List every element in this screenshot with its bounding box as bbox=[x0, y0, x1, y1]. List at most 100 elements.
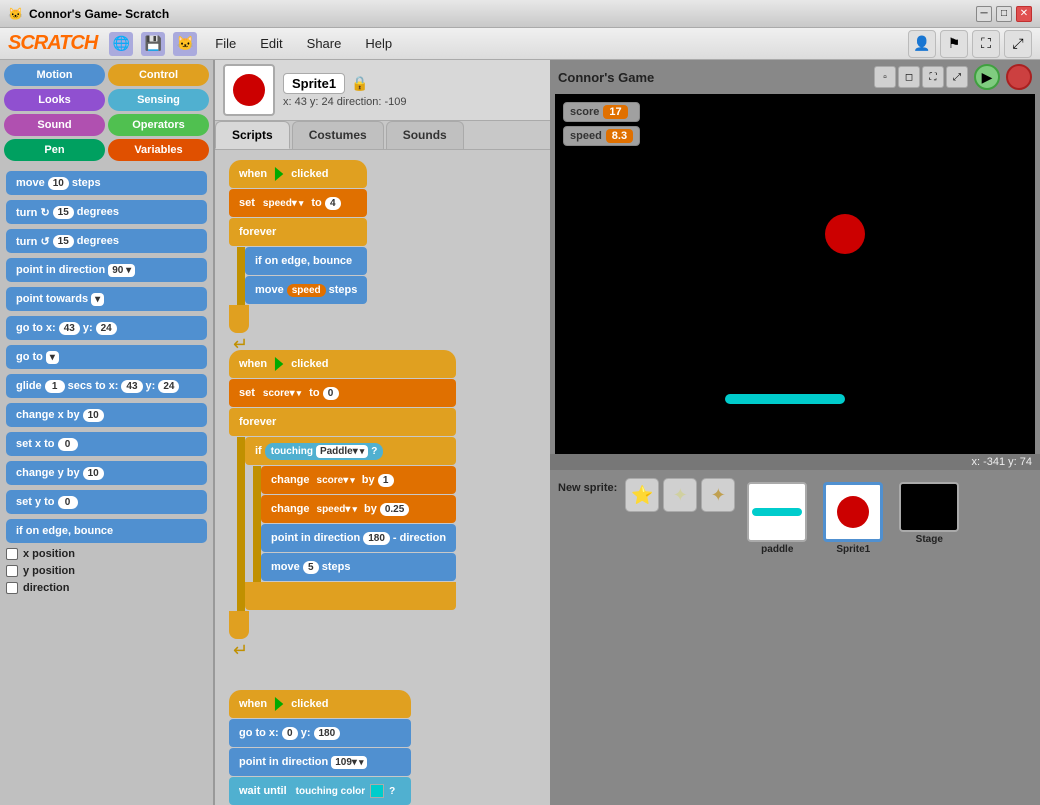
block-turn-cw[interactable]: turn ↻ 15 degrees bbox=[6, 200, 207, 224]
block-forever-1[interactable]: forever bbox=[229, 218, 367, 246]
block-if-edge-bounce-1[interactable]: if on edge, bounce bbox=[245, 247, 367, 275]
block-move-steps[interactable]: move 10 steps bbox=[6, 171, 207, 195]
stage-title: Connor's Game bbox=[558, 70, 654, 85]
edit-menu[interactable]: Edit bbox=[250, 32, 292, 55]
right-panel: Connor's Game ▫ ◻ ⛶ ⤢ ▶ score 17 bbox=[550, 60, 1040, 805]
block-glide[interactable]: glide 1 secs to x: 43 y: 24 bbox=[6, 374, 207, 398]
block-forever-2[interactable]: forever bbox=[229, 408, 456, 436]
window-controls: ─ □ ✕ bbox=[976, 6, 1032, 22]
script-group-3: when clicked go to x: 0 y: 180 point in … bbox=[229, 690, 411, 805]
paint-sprite-btn[interactable]: ⭐ bbox=[625, 478, 659, 512]
green-flag-button[interactable]: ▶ bbox=[974, 64, 1000, 90]
account-icon[interactable]: 👤 bbox=[908, 30, 936, 58]
normal-stage-btn[interactable]: ◻ bbox=[898, 66, 920, 88]
block-move-5-steps[interactable]: move 5 steps bbox=[261, 553, 456, 581]
block-change-x[interactable]: change x by 10 bbox=[6, 403, 207, 427]
main-area: Motion Control Looks Sensing Sound Opera… bbox=[0, 60, 1040, 805]
category-operators[interactable]: Operators bbox=[108, 114, 209, 136]
sprite-tray: New sprite: ⭐ ✦ ✦ paddle Sprite1 bbox=[550, 470, 1040, 805]
upload-sprite-btn[interactable]: ✦ bbox=[701, 478, 735, 512]
maximize-button[interactable]: □ bbox=[996, 6, 1012, 22]
block-set-y[interactable]: set y to 0 bbox=[6, 490, 207, 514]
block-forever-cap-1 bbox=[229, 305, 249, 333]
checkbox-y-position[interactable]: y position bbox=[6, 565, 207, 577]
block-point-direction[interactable]: point in direction 90 ▾ bbox=[6, 258, 207, 282]
scripts-area: Sprite1 🔒 x: 43 y: 24 direction: -109 Sc… bbox=[215, 60, 550, 805]
sprite-name-box[interactable]: Sprite1 bbox=[283, 73, 345, 94]
globe-icon[interactable]: 🌐 bbox=[109, 32, 133, 56]
tabs-row: Scripts Costumes Sounds bbox=[215, 121, 550, 150]
stage-canvas: score 17 speed 8.3 bbox=[555, 94, 1035, 454]
presentation-btn[interactable]: ⤢ bbox=[946, 66, 968, 88]
flag-icon[interactable]: ⚑ bbox=[940, 30, 968, 58]
expand-icon[interactable]: ⤢ bbox=[1004, 30, 1032, 58]
fullscreen-stage-btn[interactable]: ⛶ bbox=[922, 66, 944, 88]
block-set-score[interactable]: set score▾ to 0 bbox=[229, 379, 456, 407]
category-grid: Motion Control Looks Sensing Sound Opera… bbox=[4, 64, 209, 161]
lock-icon[interactable]: 🔒 bbox=[351, 75, 368, 92]
blocks-panel: Motion Control Looks Sensing Sound Opera… bbox=[0, 60, 215, 805]
block-point-towards[interactable]: point towards ▾ bbox=[6, 287, 207, 311]
category-control[interactable]: Control bbox=[108, 64, 209, 86]
stage-variables: score 17 speed 8.3 bbox=[563, 102, 640, 146]
sprite-tile-sprite1[interactable]: Sprite1 bbox=[819, 478, 887, 559]
help-menu[interactable]: Help bbox=[355, 32, 402, 55]
category-pen[interactable]: Pen bbox=[4, 139, 105, 161]
checkbox-direction[interactable]: direction bbox=[6, 582, 207, 594]
sprite-header: Sprite1 🔒 x: 43 y: 24 direction: -109 bbox=[215, 60, 550, 121]
sprite-tile-stage[interactable]: Stage bbox=[895, 478, 963, 549]
new-sprite-buttons: ⭐ ✦ ✦ bbox=[625, 478, 735, 512]
cat-icon[interactable]: 🐱 bbox=[173, 32, 197, 56]
block-set-x[interactable]: set x to 0 bbox=[6, 432, 207, 456]
block-when-clicked-3[interactable]: when clicked bbox=[229, 690, 411, 718]
block-forever-cap-2 bbox=[229, 611, 249, 639]
fullscreen-icon[interactable]: ⛶ bbox=[972, 30, 1000, 58]
tab-scripts[interactable]: Scripts bbox=[215, 121, 290, 149]
close-button[interactable]: ✕ bbox=[1016, 6, 1032, 22]
save-icon[interactable]: 💾 bbox=[141, 32, 165, 56]
block-go-to[interactable]: go to ▾ bbox=[6, 345, 207, 369]
block-if-cap bbox=[245, 582, 456, 610]
stage-paddle bbox=[725, 394, 845, 404]
block-change-y[interactable]: change y by 10 bbox=[6, 461, 207, 485]
category-sound[interactable]: Sound bbox=[4, 114, 105, 136]
block-point-in-direction-180[interactable]: point in direction 180 - direction bbox=[261, 524, 456, 552]
var-speed-label: speed bbox=[570, 130, 602, 142]
paddle-label: paddle bbox=[761, 544, 793, 555]
block-wait-until-touching-color[interactable]: wait until touching color ? bbox=[229, 777, 411, 805]
var-speed-value: 8.3 bbox=[606, 129, 633, 143]
sprite-tile-paddle[interactable]: paddle bbox=[743, 478, 811, 559]
new-sprite-label: New sprite: bbox=[558, 482, 617, 494]
block-when-clicked-1[interactable]: when clicked bbox=[229, 160, 367, 188]
category-sensing[interactable]: Sensing bbox=[108, 89, 209, 111]
small-stage-btn[interactable]: ▫ bbox=[874, 66, 896, 88]
minimize-button[interactable]: ─ bbox=[976, 6, 992, 22]
block-when-clicked-2[interactable]: when clicked bbox=[229, 350, 456, 378]
share-menu[interactable]: Share bbox=[297, 32, 352, 55]
app-icon: 🐱 bbox=[8, 7, 23, 21]
block-if-touching-paddle[interactable]: if touching Paddle▾ ? bbox=[245, 437, 456, 465]
stamp-sprite-btn[interactable]: ✦ bbox=[663, 478, 697, 512]
category-motion[interactable]: Motion bbox=[4, 64, 105, 86]
category-variables[interactable]: Variables bbox=[108, 139, 209, 161]
sprite-coords: x: 43 y: 24 direction: -109 bbox=[283, 96, 407, 108]
paddle-image bbox=[752, 508, 802, 516]
block-go-to-0-180[interactable]: go to x: 0 y: 180 bbox=[229, 719, 411, 747]
block-point-in-direction-109[interactable]: point in direction 109▾ bbox=[229, 748, 411, 776]
block-change-score[interactable]: change score▾ by 1 bbox=[261, 466, 456, 494]
ball-image bbox=[837, 496, 869, 528]
block-change-speed[interactable]: change speed▾ by 0.25 bbox=[261, 495, 456, 523]
block-go-to-xy[interactable]: go to x: 43 y: 24 bbox=[6, 316, 207, 340]
tab-sounds[interactable]: Sounds bbox=[386, 121, 464, 149]
tab-costumes[interactable]: Costumes bbox=[292, 121, 384, 149]
block-if-edge-bounce[interactable]: if on edge, bounce bbox=[6, 519, 207, 543]
sprite-ball-image bbox=[233, 74, 265, 106]
stop-button[interactable] bbox=[1006, 64, 1032, 90]
checkbox-x-position[interactable]: x position bbox=[6, 548, 207, 560]
block-set-speed[interactable]: set speed▾ to 4 bbox=[229, 189, 367, 217]
scripts-canvas[interactable]: when clicked set speed▾ to 4 forever if … bbox=[215, 150, 550, 805]
block-turn-ccw[interactable]: turn ↺ 15 degrees bbox=[6, 229, 207, 253]
category-looks[interactable]: Looks bbox=[4, 89, 105, 111]
file-menu[interactable]: File bbox=[205, 32, 246, 55]
block-move-speed-steps-1[interactable]: move speed steps bbox=[245, 276, 367, 304]
